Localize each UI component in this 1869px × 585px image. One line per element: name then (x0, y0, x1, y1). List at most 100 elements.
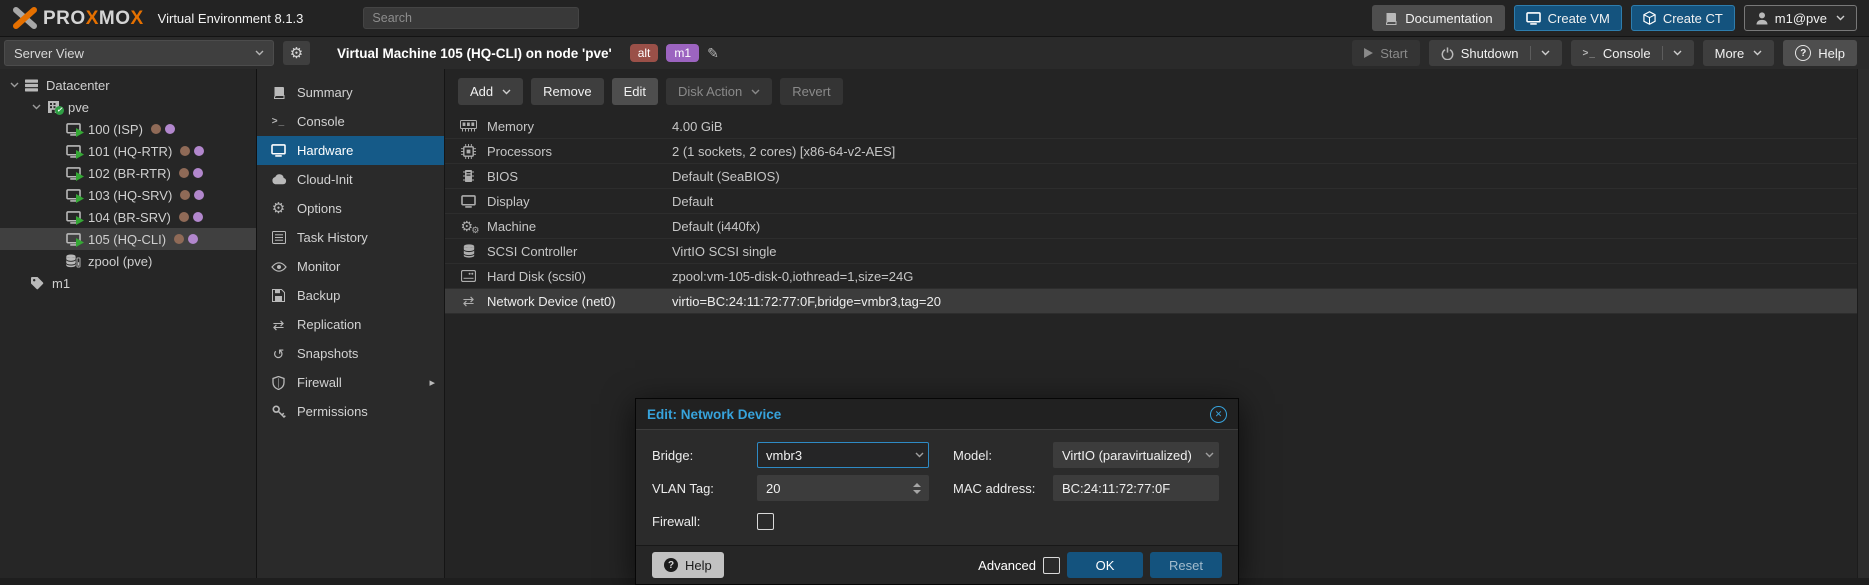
tree-item-vm-101[interactable]: 101 (HQ-RTR) (0, 140, 256, 162)
hw-row-scsi-controller[interactable]: SCSI Controller VirtIO SCSI single (445, 239, 1869, 264)
running-play-icon (76, 172, 84, 181)
running-play-icon (76, 194, 84, 203)
chevron-down-icon[interactable] (1541, 50, 1550, 56)
tab-summary[interactable]: Summary (257, 78, 444, 107)
tab-options[interactable]: ⚙Options (257, 194, 444, 223)
more-button[interactable]: More (1703, 40, 1775, 66)
user-icon (1756, 12, 1768, 25)
search-box (363, 7, 579, 29)
bridge-label: Bridge: (652, 448, 757, 463)
dialog-help-button[interactable]: ? Help (652, 552, 724, 578)
ok-button[interactable]: OK (1067, 552, 1143, 578)
tab-firewall[interactable]: Firewall▸ (257, 368, 444, 397)
advanced-label: Advanced (978, 558, 1036, 573)
tree-item-vm-100[interactable]: 100 (ISP) (0, 118, 256, 140)
model-combobox[interactable] (1053, 442, 1219, 468)
revert-button[interactable]: Revert (780, 78, 842, 105)
chevron-down-icon[interactable] (1673, 50, 1682, 56)
tab-snapshots[interactable]: ↺Snapshots (257, 339, 444, 368)
shutdown-button[interactable]: Shutdown (1429, 40, 1562, 66)
hw-row-network-device[interactable]: ⇄Network Device (net0) virtio=BC:24:11:7… (445, 289, 1869, 314)
bridge-combobox[interactable] (757, 442, 929, 468)
tree-item-pool-m1[interactable]: m1 (0, 272, 256, 294)
cloud-icon (270, 174, 287, 185)
vlan-tag-input[interactable] (766, 481, 913, 496)
tree-settings-button[interactable]: ⚙ (283, 41, 310, 65)
start-button[interactable]: Start (1352, 40, 1419, 66)
hw-row-hard-disk[interactable]: Hard Disk (scsi0) zpool:vm-105-disk-0,io… (445, 264, 1869, 289)
tab-replication[interactable]: ⇄Replication (257, 310, 444, 339)
hw-row-machine[interactable]: ⚙⚙Machine Default (i440fx) (445, 214, 1869, 239)
brand-text: PROXMOX (43, 9, 144, 28)
hw-value: Default (i440fx) (672, 219, 1869, 234)
add-button[interactable]: Add (458, 78, 523, 105)
remove-button[interactable]: Remove (531, 78, 603, 105)
dialog-title-bar[interactable]: Edit: Network Device ✕ (636, 399, 1238, 430)
hw-row-bios[interactable]: BIOS Default (SeaBIOS) (445, 164, 1869, 189)
firewall-checkbox[interactable] (757, 513, 774, 530)
shield-icon (270, 376, 287, 390)
monitor-icon (460, 195, 477, 208)
tree-item-vm-105[interactable]: 105 (HQ-CLI) (0, 228, 256, 250)
edit-button[interactable]: Edit (612, 78, 658, 105)
documentation-button[interactable]: Documentation (1372, 5, 1504, 31)
chevron-down-icon[interactable] (1205, 452, 1214, 458)
tag-dot-brown (179, 168, 189, 178)
search-input[interactable] (363, 7, 579, 29)
tree-item-vm-102[interactable]: 102 (BR-RTR) (0, 162, 256, 184)
tag-dot-purple (194, 190, 204, 200)
reset-button[interactable]: Reset (1150, 552, 1222, 578)
page-title: Virtual Machine 105 (HQ-CLI) on node 'pv… (337, 46, 612, 61)
advanced-checkbox[interactable] (1043, 557, 1060, 574)
vlan-tag-label: VLAN Tag: (652, 481, 757, 496)
tab-console[interactable]: >_Console (257, 107, 444, 136)
vm-tag-m1: m1 (666, 44, 699, 62)
tab-hardware[interactable]: Hardware (257, 136, 444, 165)
tree-item-datacenter[interactable]: Datacenter (0, 74, 256, 96)
hw-row-memory[interactable]: Memory 4.00 GiB (445, 114, 1869, 139)
play-icon (1364, 48, 1373, 58)
hardware-toolbar: Add Remove Edit Disk Action Revert (445, 69, 1869, 114)
online-check-icon: ✓ (55, 106, 64, 115)
edit-tags-pencil-icon[interactable]: ✎ (707, 45, 719, 62)
tab-permissions[interactable]: Permissions (257, 397, 444, 426)
disk-action-button[interactable]: Disk Action (666, 78, 772, 105)
tree-item-vm-104[interactable]: 104 (BR-SRV) (0, 206, 256, 228)
tab-cloud-init[interactable]: Cloud-Init (257, 165, 444, 194)
tab-monitor[interactable]: Monitor (257, 252, 444, 281)
mac-address-input[interactable] (1062, 481, 1214, 496)
close-icon[interactable]: ✕ (1210, 406, 1227, 423)
user-menu-button[interactable]: m1@pve (1744, 5, 1857, 31)
firewall-label: Firewall: (652, 514, 757, 529)
vlan-tag-spinner[interactable] (757, 475, 929, 501)
undo-history-icon: ↺ (270, 347, 287, 361)
spinner-arrows-icon[interactable] (913, 483, 924, 494)
tree-item-vm-103[interactable]: 103 (HQ-SRV) (0, 184, 256, 206)
model-input[interactable] (1062, 448, 1205, 463)
book-icon (270, 86, 287, 99)
tree-item-storage-zpool[interactable]: zpool (pve) (0, 250, 256, 272)
console-button[interactable]: >_ Console (1571, 40, 1694, 66)
chevron-down-icon[interactable] (915, 452, 924, 458)
key-icon (270, 405, 287, 419)
tag-dot-purple (193, 212, 203, 222)
hw-value: VirtIO SCSI single (672, 244, 1869, 259)
create-ct-button[interactable]: Create CT (1631, 5, 1735, 31)
mac-address-field[interactable] (1053, 475, 1219, 501)
help-button[interactable]: ? Help (1783, 40, 1857, 66)
vertical-scrollbar[interactable] (1857, 69, 1869, 578)
bridge-input[interactable] (766, 448, 915, 463)
tag-icon (30, 276, 44, 290)
view-selector-combobox[interactable]: Server View (4, 40, 274, 66)
eye-icon (270, 262, 287, 272)
chevron-down-icon[interactable] (6, 82, 22, 88)
hw-row-processors[interactable]: Processors 2 (1 sockets, 2 cores) [x86-6… (445, 139, 1869, 164)
hw-value: 2 (1 sockets, 2 cores) [x86-64-v2-AES] (672, 144, 1869, 159)
create-vm-button[interactable]: Create VM (1514, 5, 1622, 31)
tag-dot-brown (151, 124, 161, 134)
hw-row-display[interactable]: Display Default (445, 189, 1869, 214)
tab-backup[interactable]: Backup (257, 281, 444, 310)
tab-task-history[interactable]: Task History (257, 223, 444, 252)
chevron-down-icon[interactable] (28, 104, 44, 110)
tree-item-node-pve[interactable]: ✓ pve (0, 96, 256, 118)
